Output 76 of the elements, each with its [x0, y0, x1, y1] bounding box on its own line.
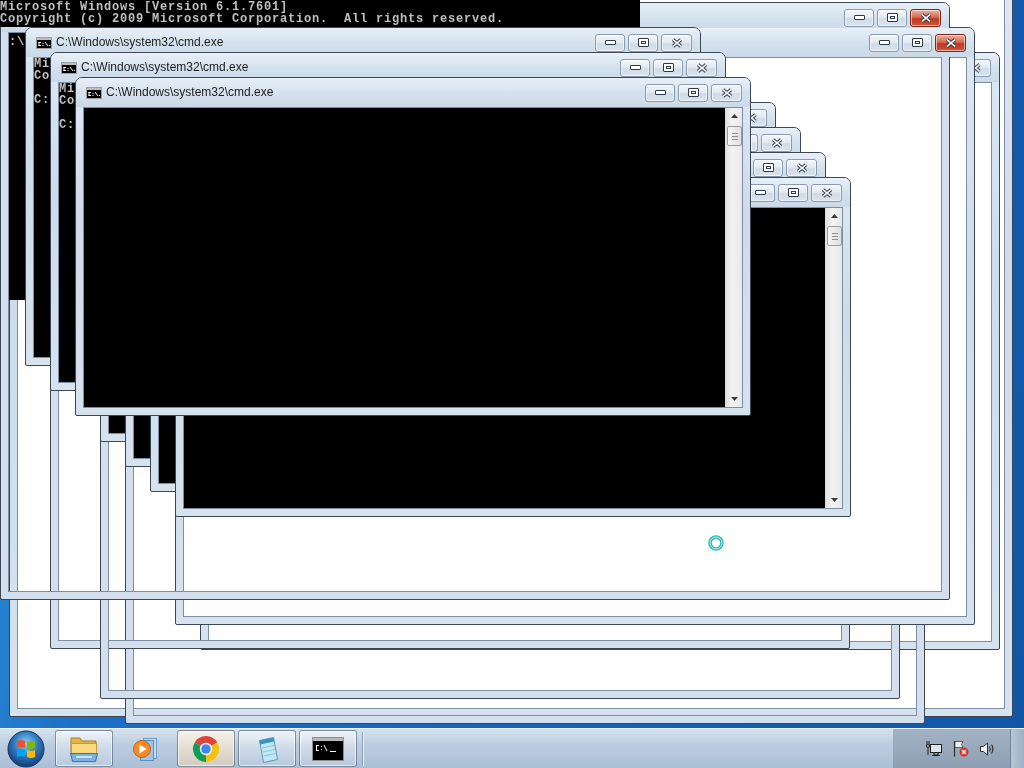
minimize-icon[interactable]	[654, 90, 666, 95]
maximize-icon[interactable]	[886, 13, 898, 22]
minimize-icon[interactable]	[604, 40, 616, 45]
terminal-icon[interactable]	[312, 736, 344, 761]
close-icon[interactable]	[795, 162, 808, 173]
maximize-button[interactable]	[753, 158, 783, 177]
close-button[interactable]	[811, 183, 842, 202]
up-arrow-icon[interactable]	[830, 214, 838, 218]
window-title: C:\Windows\system32\cmd.exe	[106, 85, 274, 100]
maximize-button[interactable]	[628, 33, 658, 52]
maximize-icon[interactable]	[662, 63, 674, 72]
vertical-scrollbar[interactable]	[725, 108, 742, 407]
close-button[interactable]	[661, 33, 692, 52]
close-icon[interactable]	[720, 87, 733, 98]
minimize-icon[interactable]	[629, 65, 641, 70]
speaker-icon[interactable]	[979, 740, 995, 757]
minimize-button[interactable]	[751, 183, 775, 202]
console-text: :\	[9, 36, 25, 48]
scroll-thumb[interactable]	[726, 126, 742, 146]
network-icon[interactable]	[925, 740, 942, 757]
close-icon[interactable]	[820, 187, 833, 198]
loading-ring-icon	[707, 534, 725, 552]
close-icon[interactable]	[670, 37, 683, 48]
minimize-button[interactable]	[595, 33, 625, 52]
maximize-icon[interactable]	[687, 88, 699, 97]
maximize-icon[interactable]	[787, 188, 799, 197]
console-text: Co	[59, 95, 75, 107]
close-button[interactable]	[975, 58, 991, 77]
down-arrow-icon[interactable]	[830, 498, 838, 502]
console-text: Mi	[34, 58, 50, 70]
window-title: C:\Windows\system32\cmd.exe	[81, 60, 249, 75]
maximize-button[interactable]	[877, 8, 907, 27]
close-button[interactable]	[711, 83, 742, 102]
taskbar-button[interactable]	[299, 730, 357, 767]
flag-orb-icon[interactable]	[7, 729, 45, 768]
close-button[interactable]	[935, 33, 966, 52]
folder-icon[interactable]	[68, 734, 100, 763]
close-button[interactable]	[761, 133, 792, 152]
console-text: Copyright (c) 2009 Microsoft Corporation. All rights reserved.	[0, 13, 505, 25]
minimize-icon[interactable]	[754, 190, 766, 195]
console-text: C:	[34, 94, 50, 106]
maximize-icon[interactable]	[637, 38, 649, 47]
console-icon	[36, 36, 52, 49]
minimize-button[interactable]	[620, 58, 650, 77]
vertical-scrollbar[interactable]	[825, 208, 842, 508]
minimize-button[interactable]	[844, 8, 874, 27]
minimize-button[interactable]	[645, 83, 675, 102]
maximize-icon[interactable]	[762, 163, 774, 172]
close-icon[interactable]	[944, 37, 957, 48]
up-arrow-icon[interactable]	[730, 114, 738, 118]
minimize-button[interactable]	[869, 33, 899, 52]
minimize-icon[interactable]	[878, 40, 890, 45]
down-arrow-icon[interactable]	[730, 397, 738, 401]
console-text: C:	[59, 119, 75, 131]
console-text: Microsoft Windows [Version 6.1.7601]	[0, 1, 289, 13]
console-icon	[86, 86, 102, 99]
close-icon[interactable]	[770, 137, 783, 148]
console-text: Mi	[59, 83, 75, 95]
close-button[interactable]	[786, 158, 817, 177]
window-title: C:\Windows\system32\cmd.exe	[56, 35, 224, 50]
console-text: Co	[34, 70, 50, 82]
maximize-button[interactable]	[902, 33, 932, 52]
round-logo-icon[interactable]	[191, 733, 221, 764]
close-button[interactable]	[686, 58, 717, 77]
close-button[interactable]	[910, 8, 941, 27]
console-icon	[61, 61, 77, 74]
scroll-thumb[interactable]	[826, 226, 842, 246]
maximize-button[interactable]	[778, 183, 808, 202]
minimize-icon[interactable]	[853, 15, 865, 20]
close-button[interactable]	[751, 108, 767, 127]
flag-alert-icon[interactable]	[952, 740, 969, 757]
close-icon[interactable]	[695, 62, 708, 73]
maximize-button[interactable]	[653, 58, 683, 77]
maximize-button[interactable]	[678, 83, 708, 102]
maximize-icon[interactable]	[911, 38, 923, 47]
close-icon[interactable]	[919, 12, 932, 23]
